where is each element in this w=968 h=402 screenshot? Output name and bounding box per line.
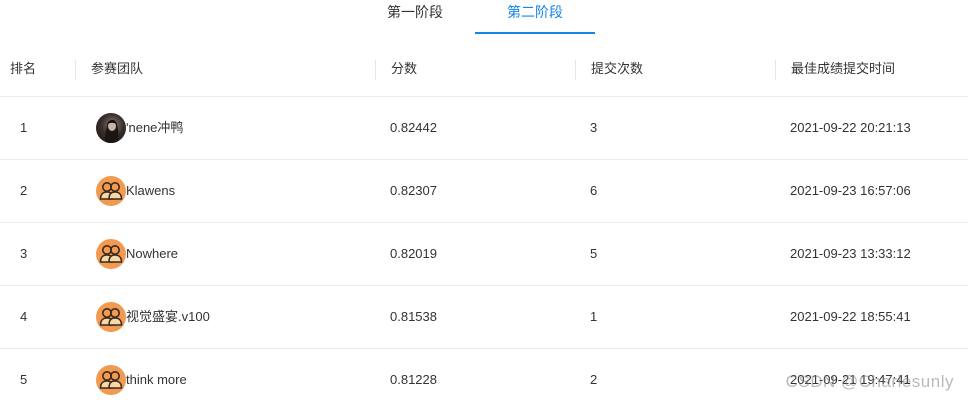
- rank-cell: 3: [20, 246, 28, 261]
- team-cell: Nowhere: [96, 223, 178, 285]
- table-row: 2 Klawens 0.82307 6 2021-09-23 16:57:06: [0, 160, 968, 223]
- header-rank: 排名: [10, 61, 37, 76]
- leaderboard-table: 排名 参赛团队 分数 提交次数 最佳成绩提交时间 1 ʹnene冲鸭 0.824…: [0, 42, 968, 402]
- leaderboard-page: 第一阶段 第二阶段 排名 参赛团队 分数 提交次数 最佳成绩提交时间 1 ʹne…: [0, 0, 968, 402]
- submissions-cell: 5: [590, 246, 598, 261]
- team-name[interactable]: Klawens: [126, 160, 175, 222]
- stage-tabs: 第一阶段 第二阶段: [0, 0, 968, 34]
- best-time-cell: 2021-09-23 16:57:06: [790, 183, 911, 198]
- score-cell: 0.81538: [390, 309, 437, 324]
- submissions-cell: 3: [590, 120, 598, 135]
- rank-cell: 5: [20, 372, 28, 387]
- score-cell: 0.82442: [390, 120, 437, 135]
- team-name[interactable]: ʹnene冲鸭: [126, 97, 183, 159]
- table-row: 1 ʹnene冲鸭 0.82442 3 2021-09-22 20:21:13: [0, 97, 968, 160]
- score-cell: 0.82307: [390, 183, 437, 198]
- team-name[interactable]: Nowhere: [126, 223, 178, 285]
- table-header: 排名 参赛团队 分数 提交次数 最佳成绩提交时间: [0, 42, 968, 97]
- score-cell: 0.82019: [390, 246, 437, 261]
- team-group-icon: [96, 365, 126, 395]
- best-time-cell: 2021-09-23 13:33:12: [790, 246, 911, 261]
- team-name[interactable]: 视觉盛宴.v100: [126, 286, 210, 348]
- tab-stage-two[interactable]: 第二阶段: [475, 0, 595, 34]
- submissions-cell: 6: [590, 183, 598, 198]
- table-row: 3 Nowhere 0.82019 5 2021-09-23 13:33:12: [0, 223, 968, 286]
- score-cell: 0.81228: [390, 372, 437, 387]
- header-best-time: 最佳成绩提交时间: [774, 42, 895, 96]
- team-cell: think more: [96, 349, 187, 402]
- rank-cell: 1: [20, 120, 28, 135]
- team-cell: ʹnene冲鸭: [96, 97, 183, 159]
- header-score: 分数: [374, 42, 417, 96]
- header-team: 参赛团队: [74, 42, 143, 96]
- submissions-cell: 2: [590, 372, 598, 387]
- header-submissions: 提交次数: [574, 42, 643, 96]
- team-group-icon: [96, 176, 126, 206]
- table-row: 4 视觉盛宴.v100 0.81538 1 2021-09-22 18:55:4…: [0, 286, 968, 349]
- rank-cell: 2: [20, 183, 28, 198]
- tab-stage-one[interactable]: 第一阶段: [370, 0, 460, 32]
- rank-cell: 4: [20, 309, 28, 324]
- submissions-cell: 1: [590, 309, 598, 324]
- team-name[interactable]: think more: [126, 349, 187, 402]
- best-time-cell: 2021-09-22 20:21:13: [790, 120, 911, 135]
- best-time-cell: 2021-09-22 18:55:41: [790, 309, 911, 324]
- csdn-watermark: CSDN @Charlesunly: [785, 372, 954, 391]
- team-group-icon: [96, 239, 126, 269]
- team-cell: Klawens: [96, 160, 175, 222]
- team-group-icon: [96, 302, 126, 332]
- team-cell: 视觉盛宴.v100: [96, 286, 210, 348]
- user-photo-avatar: [96, 113, 126, 143]
